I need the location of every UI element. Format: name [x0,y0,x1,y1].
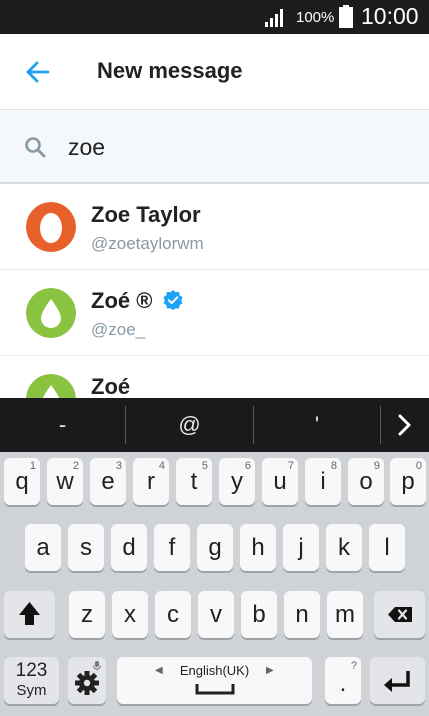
key-label: o [359,468,373,495]
chevron-right-icon[interactable] [390,412,418,438]
key-c[interactable]: c [155,591,191,638]
key-r[interactable]: 4 r [133,458,169,505]
space-bar-icon [195,684,235,695]
key-w[interactable]: 2 w [47,458,83,505]
key-label: r [147,468,155,495]
avatar [26,202,76,252]
key-x[interactable]: x [112,591,148,638]
result-handle: @zoetaylorwm [91,234,204,253]
arrow-left-icon[interactable] [24,60,50,84]
key-label: f [168,534,176,561]
key-label: y [231,468,243,495]
key-label: Sym [16,682,47,699]
gear-icon [75,661,101,695]
key-label: x [124,601,136,628]
key-label: b [252,601,266,628]
suggestion-item[interactable]: @ [126,398,253,452]
key-k[interactable]: k [326,524,362,571]
search-bar [0,110,429,184]
key-o[interactable]: 9 o [348,458,384,505]
backspace-icon [388,607,412,622]
battery-percentage: 100% [296,9,335,26]
status-bar: 100% 10:00 [0,0,429,34]
settings-key[interactable] [68,657,106,704]
key-label: i [320,468,326,495]
key-a[interactable]: a [25,524,61,571]
key-g[interactable]: g [197,524,233,571]
key-label: z [81,601,93,628]
key-label: p [401,468,415,495]
result-name: Zoé [91,374,131,398]
key-label: c [167,601,179,628]
key-label: t [190,468,198,495]
language-next-icon: ▶ [266,665,274,676]
suggestion-item[interactable]: - [0,398,125,452]
key-v[interactable]: v [198,591,234,638]
enter-key[interactable] [370,657,425,704]
key-z[interactable]: z [69,591,105,638]
divider [380,406,381,444]
period-key[interactable]: ? . [325,657,361,704]
key-t[interactable]: 5 t [176,458,212,505]
search-icon [25,137,46,158]
key-i[interactable]: 8 i [305,458,341,505]
page-title: New message [97,58,243,83]
key-label: e [101,468,115,495]
key-label: u [273,468,287,495]
key-label: q [15,468,29,495]
key-label: j [298,534,304,561]
key-label: 123 [15,660,48,681]
keyboard-suggestion-bar: - @ ' [0,398,429,452]
battery-icon [339,5,353,28]
key-b[interactable]: b [241,591,277,638]
key-label: v [210,601,222,628]
backspace-key[interactable] [374,591,425,638]
search-input[interactable] [68,128,408,166]
key-label: h [251,534,265,561]
space-key[interactable]: ◀ English(UK) ▶ [117,657,312,704]
enter-icon [384,671,410,692]
key-u[interactable]: 7 u [262,458,298,505]
key-label: . [339,670,347,697]
key-m[interactable]: m [327,591,363,638]
key-label: n [295,601,309,628]
key-q[interactable]: 1 q [4,458,40,505]
suggestion-item[interactable]: ' [254,398,380,452]
search-result-item[interactable]: Zoé ® @zoe_ [0,270,429,356]
verified-badge-icon [163,290,183,310]
key-p[interactable]: 0 p [390,458,426,505]
search-result-item[interactable]: Zoé [0,356,429,398]
avatar [26,374,76,398]
key-label: m [335,601,355,628]
result-handle: @zoe_ [91,320,146,339]
key-e[interactable]: 3 e [90,458,126,505]
shift-key[interactable] [4,591,55,638]
key-label: a [36,534,50,561]
key-j[interactable]: j [283,524,319,571]
result-name: Zoe Taylor [91,202,201,227]
search-result-item[interactable]: Zoe Taylor @zoetaylorwm [0,184,429,270]
app-header: New message [0,34,429,110]
result-name: Zoé ® [91,288,153,313]
shift-icon [19,602,40,625]
keyboard-language: English(UK) [179,663,250,678]
key-l[interactable]: l [369,524,405,571]
avatar [26,288,76,338]
key-y[interactable]: 6 y [219,458,255,505]
key-label: l [384,534,390,561]
clock: 10:00 [361,3,419,29]
key-label: s [80,534,92,561]
key-h[interactable]: h [240,524,276,571]
key-n[interactable]: n [284,591,320,638]
key-label: w [56,468,74,495]
symbols-key[interactable]: 123 Sym [4,657,59,704]
key-f[interactable]: f [154,524,190,571]
keyboard: 1 q 2 w 3 e 4 r 5 t 6 y 7 u 8 i 9 o 0 p … [0,452,429,716]
key-label: k [338,534,350,561]
key-d[interactable]: d [111,524,147,571]
key-label: d [122,534,136,561]
signal-icon [265,9,283,27]
key-label: g [208,534,222,561]
key-s[interactable]: s [68,524,104,571]
